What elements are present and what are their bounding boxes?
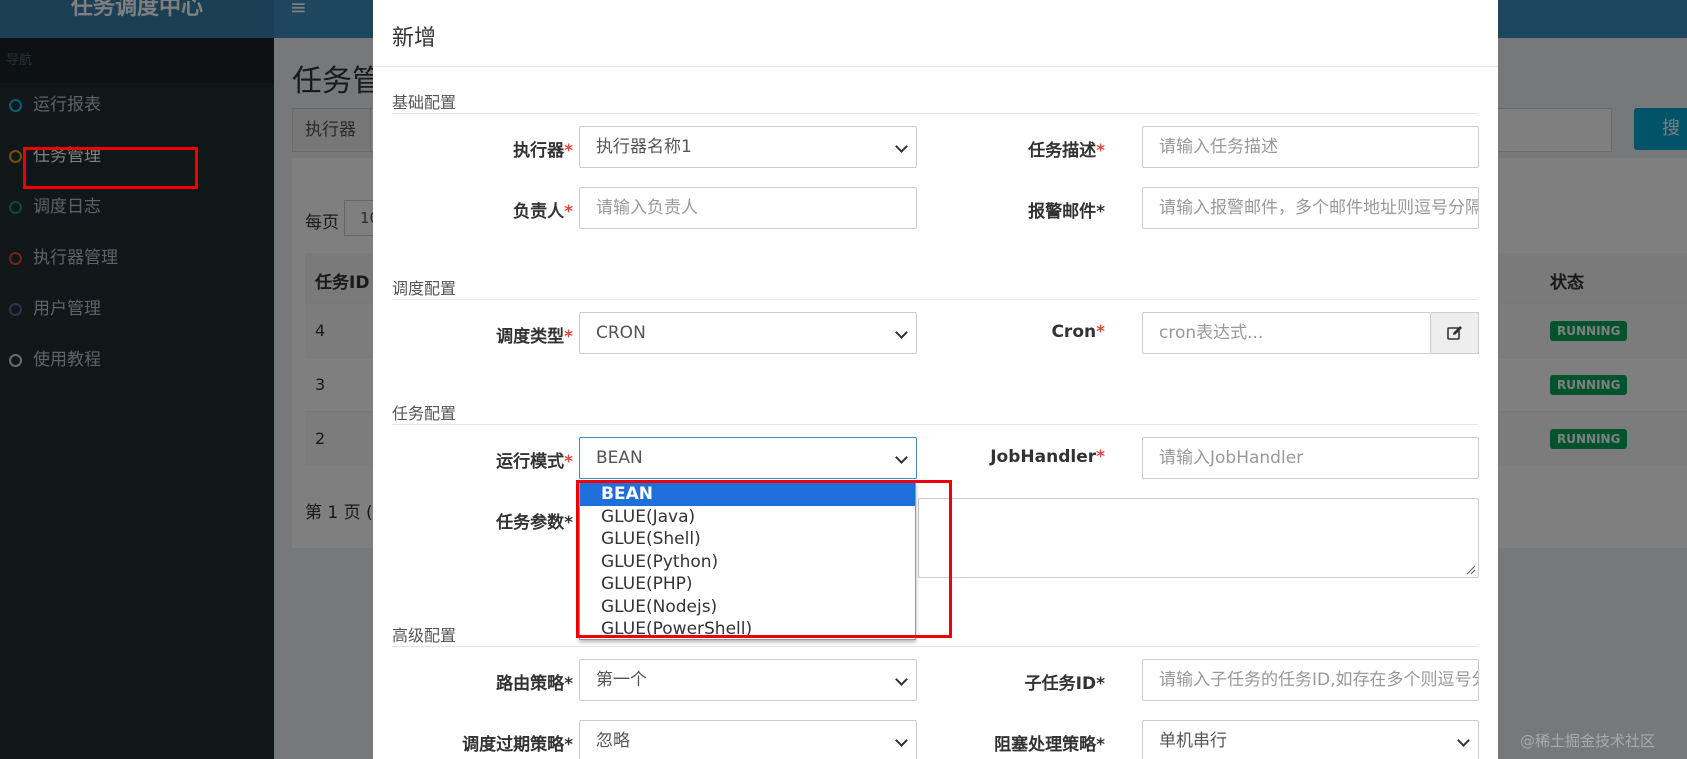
job-handler-label: JobHandler* — [990, 447, 1105, 467]
route-strategy-label: 路由策略* — [496, 674, 573, 694]
child-job-id-input[interactable]: 请输入子任务的任务ID,如存在多个则逗号分隔 — [1142, 659, 1479, 701]
section-title-basic: 基础配置 — [392, 93, 457, 112]
section-divider — [392, 113, 1478, 114]
schedule-type-select[interactable]: CRON — [579, 312, 917, 354]
section-divider — [392, 646, 1478, 647]
add-job-modal: 新增 基础配置 执行器* 执行器名称1 任务描述* 请输入任务描述 负责人* 请… — [373, 0, 1498, 759]
modal-header: 新增 — [373, 0, 1498, 67]
route-strategy-select[interactable]: 第一个 — [579, 659, 917, 701]
section-title-task: 任务配置 — [392, 404, 457, 423]
resize-grip-icon[interactable] — [1466, 565, 1476, 575]
highlight-annotation-box — [576, 480, 952, 638]
misfire-strategy-select[interactable]: 忽略 — [579, 720, 917, 759]
job-param-textarea[interactable] — [918, 498, 1479, 578]
edit-icon — [1447, 326, 1462, 340]
glue-type-select[interactable]: BEAN — [579, 437, 917, 479]
watermark: @稀土掘金技术社区 — [1520, 732, 1656, 750]
block-strategy-select[interactable]: 单机串行 — [1142, 720, 1479, 759]
executor-label: 执行器* — [513, 141, 573, 161]
cron-label: Cron* — [1051, 322, 1105, 342]
misfire-strategy-label: 调度过期策略* — [462, 735, 573, 755]
job-param-label: 任务参数* — [496, 513, 573, 533]
job-desc-input[interactable]: 请输入任务描述 — [1142, 126, 1479, 168]
section-title-schedule: 调度配置 — [392, 279, 457, 298]
glue-type-label: 运行模式* — [496, 452, 573, 472]
cron-input[interactable]: cron表达式... — [1142, 312, 1431, 354]
job-handler-input[interactable]: 请输入JobHandler — [1142, 437, 1479, 479]
block-strategy-label: 阻塞处理策略* — [994, 735, 1105, 755]
section-title-advanced: 高级配置 — [392, 626, 457, 645]
author-input[interactable]: 请输入负责人 — [579, 187, 917, 229]
alarm-email-input[interactable]: 请输入报警邮件，多个邮件地址则逗号分隔 — [1142, 187, 1479, 229]
job-desc-label: 任务描述* — [1028, 141, 1105, 161]
chevron-down-icon — [1457, 734, 1470, 747]
section-divider — [392, 424, 1478, 425]
alarm-email-label: 报警邮件* — [1028, 202, 1105, 222]
executor-select[interactable]: 执行器名称1 — [579, 126, 917, 168]
highlight-annotation-box — [23, 147, 198, 189]
author-label: 负责人* — [513, 202, 573, 222]
section-divider — [392, 299, 1478, 300]
cron-edit-button[interactable] — [1431, 312, 1479, 354]
schedule-type-label: 调度类型* — [496, 327, 573, 347]
child-job-id-label: 子任务ID* — [1024, 674, 1105, 694]
modal-title: 新增 — [392, 26, 437, 51]
